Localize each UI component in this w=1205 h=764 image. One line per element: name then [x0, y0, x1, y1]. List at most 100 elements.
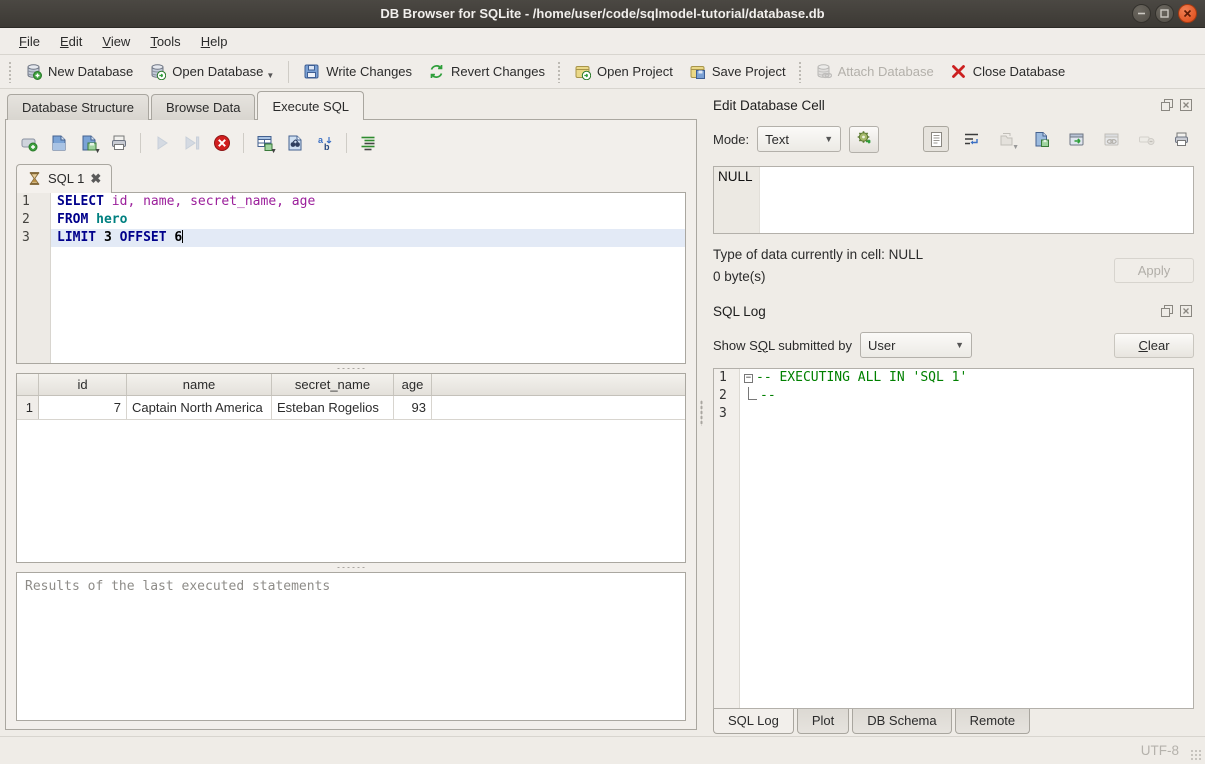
close-database-button[interactable]: Close Database — [942, 59, 1074, 84]
mode-select[interactable]: Text ▼ — [757, 126, 841, 152]
sql-tab-close-icon[interactable]: ✖ — [90, 171, 101, 187]
stop-execution-button[interactable] — [209, 130, 235, 156]
write-changes-button[interactable]: Write Changes — [295, 59, 420, 84]
fold-collapse-icon[interactable]: − — [744, 374, 753, 383]
cell-editor[interactable]: NULL — [713, 166, 1194, 234]
sql-editor[interactable]: 1SELECT id, name, secret_name, age2FROM … — [16, 192, 686, 364]
editor-line[interactable]: 3LIMIT 3 OFFSET 6 — [17, 229, 685, 247]
results-message-splitter[interactable] — [16, 563, 686, 572]
dock-tab-remote[interactable]: Remote — [955, 709, 1031, 734]
toolbar-handle — [8, 61, 13, 83]
new-database-icon — [25, 63, 42, 80]
export-results-button[interactable]: ▼ — [252, 130, 278, 156]
log-filter-value: User — [868, 338, 895, 353]
dock-tab-sql-log[interactable]: SQL Log — [713, 708, 794, 734]
menu-tools[interactable]: Tools — [141, 31, 189, 52]
sql-doc-tab[interactable]: SQL 1 ✖ — [16, 164, 112, 193]
line-number: 3 — [17, 229, 51, 247]
dropdown-caret-icon[interactable]: ▼ — [94, 148, 101, 155]
menu-view[interactable]: View — [93, 31, 139, 52]
toolbar-separator — [288, 61, 289, 83]
sql-tab-label: SQL 1 — [48, 171, 84, 186]
format-sql-button[interactable]: ab — [312, 130, 338, 156]
line-number: 3 — [714, 405, 740, 423]
menu-help[interactable]: Help — [192, 31, 237, 52]
menu-file[interactable]: File — [10, 31, 49, 52]
tab-browse-data[interactable]: Browse Data — [151, 94, 255, 120]
resize-grip-icon[interactable] — [1190, 749, 1202, 761]
print-sql-button[interactable] — [106, 130, 132, 156]
results-table[interactable]: idnamesecret_nameage17Captain North Amer… — [16, 373, 686, 563]
set-null-button[interactable] — [1133, 126, 1159, 152]
editor-results-splitter[interactable] — [16, 364, 686, 373]
execute-line-button[interactable] — [179, 130, 205, 156]
word-wrap-button[interactable] — [958, 126, 984, 152]
apply-button[interactable]: Apply — [1114, 258, 1194, 283]
attach-database-button[interactable]: Attach Database — [807, 59, 942, 84]
dropdown-caret-icon: ▼ — [1012, 144, 1019, 151]
dock-close-icon[interactable] — [1179, 304, 1194, 318]
table-cell[interactable]: 93 — [394, 396, 432, 419]
open-project-button[interactable]: Open Project — [566, 59, 681, 84]
sql-log-view[interactable]: 1−-- EXECUTING ALL IN 'SQL 1'2--3 — [713, 368, 1194, 709]
revert-changes-button[interactable]: Revert Changes — [420, 59, 553, 84]
open-database-button[interactable]: Open Database▼ — [141, 59, 282, 84]
auto-indent-button[interactable] — [355, 130, 381, 156]
log-filter-select[interactable]: User ▼ — [860, 332, 972, 358]
editor-line[interactable]: 2FROM hero — [17, 211, 685, 229]
log-line[interactable]: 3 — [714, 405, 1193, 423]
dropdown-caret-icon[interactable]: ▼ — [266, 71, 274, 80]
tab-database-structure[interactable]: Database Structure — [7, 94, 149, 120]
gear-icon — [856, 129, 873, 149]
open-sql-file-button[interactable] — [46, 130, 72, 156]
export-cell-button[interactable]: ▼ — [993, 126, 1019, 152]
new-database-button[interactable]: New Database — [17, 59, 141, 84]
column-header-age[interactable]: age — [394, 374, 432, 395]
save-project-button[interactable]: Save Project — [681, 59, 794, 84]
column-header-secret_name[interactable]: secret_name — [272, 374, 394, 395]
tab-execute-sql[interactable]: Execute SQL — [257, 91, 364, 120]
execute-all-button[interactable] — [149, 130, 175, 156]
dropdown-caret-icon[interactable]: ▼ — [270, 148, 277, 155]
close-button[interactable] — [1178, 4, 1197, 23]
table-cell[interactable]: Esteban Rogelios — [272, 396, 394, 419]
menu-edit[interactable]: Edit — [51, 31, 91, 52]
table-cell[interactable]: Captain North America — [127, 396, 272, 419]
sql-log-dock-title: SQL Log — [713, 304, 1156, 319]
cell-mode-row: Mode: Text ▼ ▼ — [713, 124, 1194, 154]
panel-splitter[interactable] — [698, 90, 704, 736]
open-external-button[interactable] — [1063, 126, 1089, 152]
editor-line[interactable]: 1SELECT id, name, secret_name, age — [17, 193, 685, 211]
column-header-id[interactable]: id — [39, 374, 127, 395]
table-row[interactable]: 17Captain North AmericaEsteban Rogelios9… — [17, 396, 685, 420]
find-button[interactable] — [282, 130, 308, 156]
dock-close-icon[interactable] — [1179, 98, 1194, 112]
dock-tab-db-schema[interactable]: DB Schema — [852, 709, 951, 734]
log-line[interactable]: 1−-- EXECUTING ALL IN 'SQL 1' — [714, 369, 1193, 387]
new-sql-tab-button[interactable] — [16, 130, 42, 156]
clear-button[interactable]: Clear — [1114, 333, 1194, 358]
dock-float-icon[interactable] — [1160, 304, 1175, 318]
window-title: DB Browser for SQLite - /home/user/code/… — [380, 6, 824, 21]
dock-float-icon[interactable] — [1160, 98, 1175, 112]
stop-execution-icon — [213, 134, 231, 152]
log-line[interactable]: 2-- — [714, 387, 1193, 405]
cell-editor-area[interactable] — [760, 167, 1193, 233]
cell-icon-toolbar: ▼ — [923, 126, 1194, 152]
save-sql-file-button[interactable]: ▼ — [76, 130, 102, 156]
edit-cell-dock-title: Edit Database Cell — [713, 98, 1156, 113]
print-cell-button[interactable] — [1168, 126, 1194, 152]
column-header-name[interactable]: name — [127, 374, 272, 395]
window-controls — [1132, 4, 1197, 23]
maximize-button[interactable] — [1155, 4, 1174, 23]
toolbar-button-label: Attach Database — [838, 64, 934, 79]
line-number: 1 — [714, 369, 740, 387]
minimize-button[interactable] — [1132, 4, 1151, 23]
dock-tab-plot[interactable]: Plot — [797, 709, 849, 734]
copy-link-button[interactable] — [1098, 126, 1124, 152]
auto-apply-button[interactable] — [849, 126, 879, 153]
import-cell-button[interactable] — [1028, 126, 1054, 152]
text-mode-button[interactable] — [923, 126, 949, 152]
table-cell[interactable]: 7 — [39, 396, 127, 419]
log-text: -- — [740, 387, 1193, 405]
